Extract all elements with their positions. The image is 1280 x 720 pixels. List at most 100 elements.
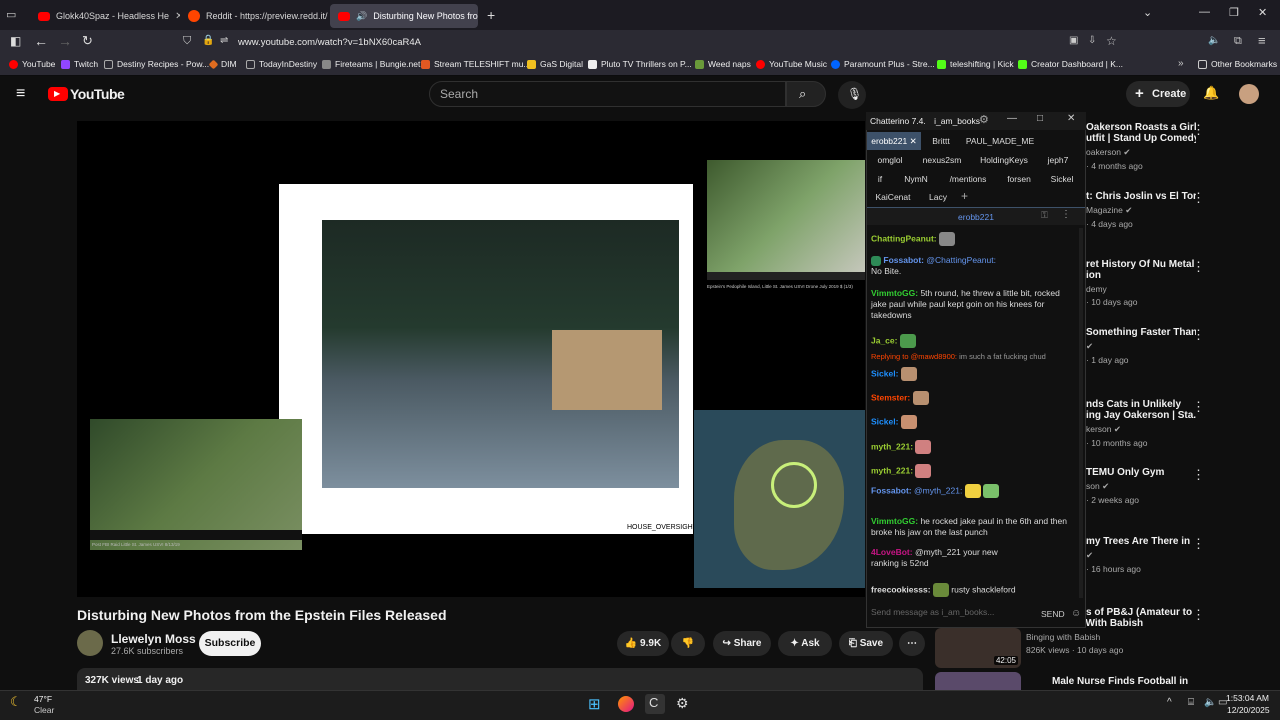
chat-tab[interactable]: nexus2sm (919, 151, 965, 169)
voice-search-button[interactable]: 🎙 (838, 81, 866, 109)
bookmark-item[interactable]: TodayInDestiny (246, 59, 317, 69)
recommended-item[interactable]: nds Cats in Unlikely ing Jay Oakerson | … (1086, 399, 1196, 448)
bookmark-item[interactable]: Stream TELESHIFT mu... (421, 59, 531, 69)
recommended-item[interactable]: ret History Of Nu Metal ion demy · 10 da… (1086, 259, 1196, 307)
account-avatar[interactable] (1239, 84, 1259, 104)
recommended-item[interactable]: TEMU Only Gym son ✔ · 2 weeks ago (1086, 467, 1196, 505)
chat-tab[interactable]: if (872, 170, 888, 188)
forward-icon[interactable]: → (58, 33, 72, 49)
volume-icon[interactable]: 🔈 (1204, 697, 1216, 708)
settings-gear-icon[interactable]: ⚙ (979, 113, 989, 126)
chat-tab[interactable]: /mentions (944, 170, 992, 188)
more-bookmarks-icon[interactable]: » (1178, 58, 1184, 69)
bookmark-item[interactable]: Pluto TV Thrillers on P... (588, 59, 692, 69)
chat-tab[interactable]: Lacy (925, 188, 951, 206)
notifications-bell-icon[interactable]: 🔔 (1203, 85, 1219, 101)
chat-tab[interactable]: Brittt (925, 132, 957, 150)
emoji-icon[interactable]: ☺ (1071, 608, 1081, 619)
chat-tab[interactable]: omglol (869, 151, 911, 169)
bookmark-item[interactable]: teleshifting | Kick (937, 59, 1014, 69)
chat-tab-erobb221[interactable]: erobb221 ✕ (867, 132, 921, 150)
tab-list-chevron-icon[interactable]: ⌄ (1143, 6, 1152, 19)
close-icon[interactable]: ✕ (910, 136, 917, 146)
minimize-icon[interactable]: — (1199, 6, 1210, 18)
more-vertical-icon[interactable]: ⋮ (1192, 259, 1205, 275)
clock-date[interactable]: 12/20/2025 (1227, 705, 1270, 715)
chat-tab[interactable]: PAUL_MADE_ME (962, 132, 1038, 150)
recommended-item[interactable]: Something Faster Than ✔ · 1 day ago (1086, 327, 1196, 365)
search-button[interactable]: ⌕ (786, 81, 826, 107)
hamburger-menu-icon[interactable]: ≡ (16, 85, 25, 103)
more-actions-button[interactable]: ⋯ (899, 631, 925, 656)
dislike-button[interactable]: 👎 (671, 631, 705, 656)
download-icon[interactable]: ⇩ (1088, 35, 1096, 46)
bookmark-item[interactable]: Destiny Recipes - Pow... (104, 59, 209, 69)
tab-3-active[interactable]: 🔊 Disturbing New Photos fron ✕ (330, 4, 478, 28)
recommended-item-title[interactable]: Male Nurse Finds Football in (1052, 676, 1188, 687)
send-button[interactable]: SEND (1041, 609, 1065, 619)
chat-tab[interactable]: jeph7 (1043, 151, 1073, 169)
maximize-icon[interactable]: ❐ (1229, 6, 1239, 19)
tab-1[interactable]: Glokk40Spaz - Headless He ✕ (30, 4, 180, 28)
bookmark-item[interactable]: YouTube Music (756, 59, 827, 69)
settings-gear-icon[interactable]: ⚙ (676, 695, 689, 712)
ask-button[interactable]: ✦ Ask (778, 631, 832, 656)
recommended-thumbnail[interactable]: 42:05 (935, 628, 1021, 668)
moderation-icon[interactable]: ⚿ (1041, 210, 1048, 221)
channel-name[interactable]: Llewelyn Moss (111, 632, 196, 646)
firefox-icon[interactable] (618, 696, 634, 712)
close-window-icon[interactable]: ✕ (1258, 6, 1267, 19)
other-bookmarks[interactable]: Other Bookmarks (1198, 59, 1277, 69)
menu-icon[interactable]: ≡ (1258, 33, 1266, 48)
youtube-logo-text[interactable]: YouTube (70, 86, 125, 102)
more-vertical-icon[interactable]: ⋮ (1192, 190, 1205, 206)
maximize-icon[interactable]: □ (1037, 113, 1043, 124)
more-vertical-icon[interactable]: ⋮ (1192, 327, 1205, 343)
moon-weather-icon[interactable]: ☾ (10, 694, 22, 710)
tab-2[interactable]: Reddit - https://preview.redd.it/ ✕ (180, 4, 330, 28)
speaker-icon[interactable]: 🔊 (356, 11, 367, 22)
chat-tab[interactable]: Sickel (1046, 170, 1078, 188)
picture-in-picture-icon[interactable]: ▣ (1069, 35, 1078, 46)
bookmark-item[interactable]: Paramount Plus - Stre... (831, 59, 935, 69)
recommended-item[interactable]: Oakerson Roasts a Girl's utfit | Stand U… (1086, 122, 1196, 171)
bookmark-item[interactable]: GaS Digital (527, 59, 583, 69)
chat-tab[interactable]: NymN (899, 170, 933, 188)
tab-overview-icon[interactable]: ▭ (6, 8, 16, 21)
chat-tab[interactable]: KaiCenat (872, 188, 914, 206)
sidebar-icon[interactable]: ◧ (10, 34, 21, 48)
create-button[interactable]: + Create (1126, 81, 1190, 107)
more-vertical-icon[interactable]: ⋮ (1192, 607, 1205, 623)
search-input[interactable]: Search (429, 81, 786, 107)
hidden-icons-chevron-icon[interactable]: ^ (1167, 697, 1172, 708)
close-icon[interactable]: ✕ (1067, 113, 1075, 124)
channel-avatar[interactable] (77, 630, 103, 656)
address-bar[interactable]: www.youtube.com/watch?v=1bNX60caR4A (172, 34, 1132, 52)
extensions-icon[interactable]: ⧉ (1234, 35, 1242, 48)
chat-tab[interactable]: forsen (1003, 170, 1035, 188)
chat-tab[interactable]: HoldingKeys (976, 151, 1032, 169)
more-vertical-icon[interactable]: ⋮ (1061, 209, 1071, 220)
like-button[interactable]: 👍 9.9K (617, 631, 669, 656)
recommended-thumbnail[interactable] (935, 672, 1021, 690)
new-tab-icon[interactable]: + (487, 7, 495, 23)
add-tab-icon[interactable]: + (961, 189, 968, 203)
recommended-item[interactable]: t: Chris Joslin vs El Toro Magazine ✔ · … (1086, 191, 1196, 229)
volume-icon[interactable]: 🔈 (1208, 35, 1220, 46)
reload-icon[interactable]: ↻ (82, 33, 93, 49)
subscribe-button[interactable]: Subscribe (199, 631, 261, 656)
chat-scrollbar[interactable] (1079, 228, 1083, 598)
bookmark-item[interactable]: DIM (208, 59, 237, 69)
windows-start-icon[interactable]: ⊞ (588, 695, 601, 713)
bookmark-item[interactable]: Twitch (61, 59, 98, 69)
weather-temp[interactable]: 47°F (34, 694, 52, 704)
more-vertical-icon[interactable]: ⋮ (1192, 536, 1205, 552)
more-vertical-icon[interactable]: ⋮ (1192, 122, 1205, 138)
bookmark-item[interactable]: Creator Dashboard | K... (1018, 59, 1123, 69)
minimize-icon[interactable]: — (1007, 113, 1017, 124)
bookmark-item[interactable]: YouTube (9, 59, 55, 69)
more-vertical-icon[interactable]: ⋮ (1192, 399, 1205, 415)
more-vertical-icon[interactable]: ⋮ (1192, 467, 1205, 483)
recommended-item[interactable]: my Trees Are There in ✔ · 16 hours ago (1086, 536, 1196, 574)
network-icon[interactable]: ⌸ (1188, 697, 1194, 708)
